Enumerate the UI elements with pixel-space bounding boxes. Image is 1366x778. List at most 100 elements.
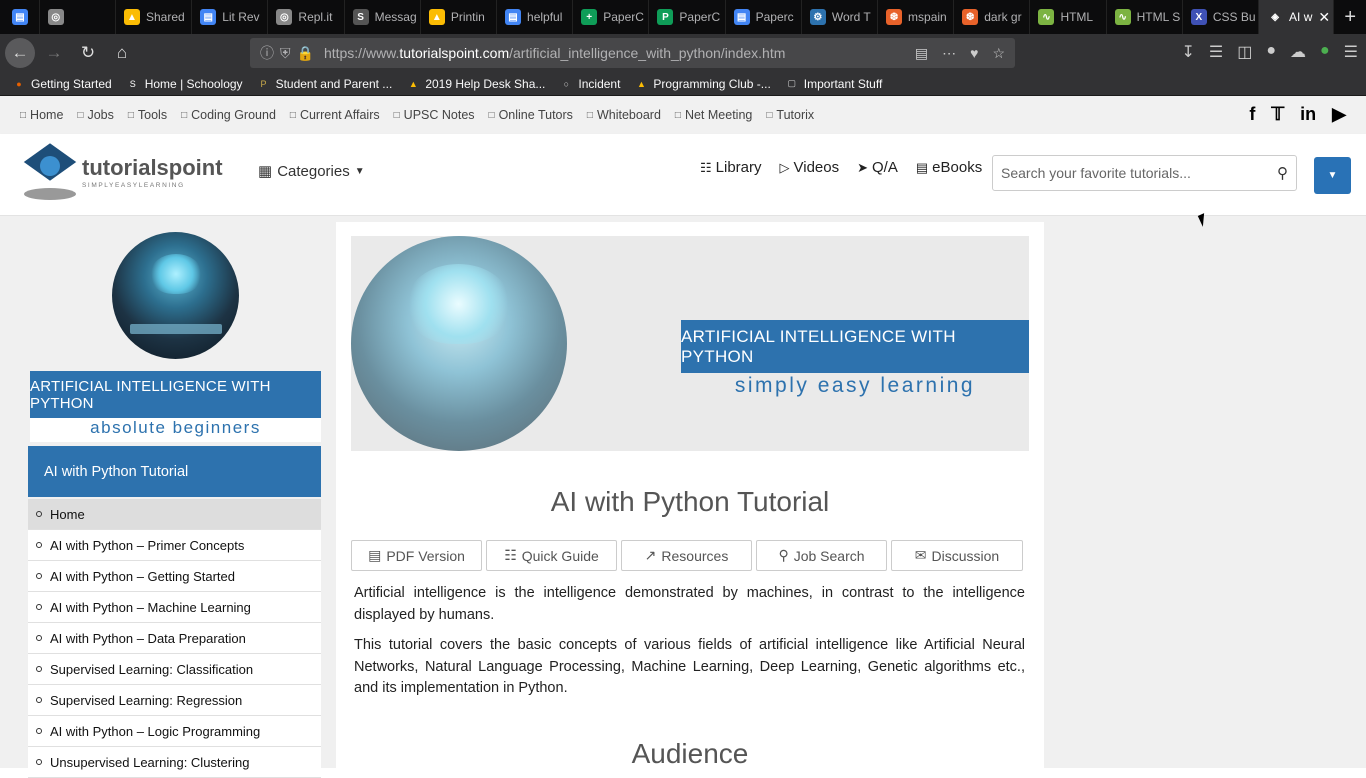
sidebar-item-label: AI with Python – Getting Started	[50, 568, 235, 584]
browser-tab[interactable]: P PaperC	[649, 0, 726, 34]
header-link-library[interactable]: ☷ Library	[700, 159, 762, 176]
back-button[interactable]: ←	[5, 38, 35, 68]
topnav-item-jobs[interactable]: □ Jobs	[77, 108, 113, 122]
bookmark-item[interactable]: ▲ Programming Club -...	[634, 77, 771, 91]
job-search-button[interactable]: ⚲ Job Search	[756, 540, 887, 571]
url-text[interactable]: https://www.tutorialspoint.com/artificia…	[324, 45, 785, 61]
bookmark-item[interactable]: ▢ Important Stuff	[785, 77, 883, 91]
sidebar-item[interactable]: AI with Python – Primer Concepts	[28, 530, 321, 561]
bookmark-item[interactable]: P Student and Parent ...	[257, 77, 393, 91]
sidebar-item[interactable]: AI with Python – Data Preparation	[28, 623, 321, 654]
topnav-label: Net Meeting	[684, 108, 753, 122]
address-bar[interactable]: ⓘ ⛨ 🔒 https://www.tutorialspoint.com/art…	[250, 38, 1015, 68]
browser-tab[interactable]: X CSS Bu	[1183, 0, 1260, 34]
close-tab-icon[interactable]: ✕	[1318, 9, 1330, 26]
bookmark-item[interactable]: S Home | Schoology	[126, 77, 243, 91]
header-dropdown-button[interactable]: ▼	[1314, 157, 1351, 194]
discussion-button[interactable]: ✉ Discussion	[891, 540, 1023, 571]
home-button[interactable]: ⌂	[107, 38, 137, 68]
reader-view-icon[interactable]: ▤	[915, 45, 928, 62]
bookmark-label: Student and Parent ...	[275, 76, 393, 91]
banner-title: ARTIFICIAL INTELLIGENCE WITH PYTHON	[681, 320, 1029, 373]
header-link-qa[interactable]: ➤ Q/A	[857, 159, 898, 176]
tab-label: Paperc	[755, 10, 794, 24]
browser-tab[interactable]: ◎ Repl.it	[268, 0, 345, 34]
search-input[interactable]: Search your favorite tutorials... ⚲	[992, 155, 1297, 191]
topnav-item-current-affairs[interactable]: □ Current Affairs	[290, 108, 380, 122]
youtube-icon[interactable]: ▶	[1332, 104, 1346, 125]
new-tab-button[interactable]: +	[1334, 6, 1366, 29]
overview-paragraph: This tutorial covers the basic concepts …	[354, 637, 1025, 696]
bullet-icon	[36, 666, 42, 672]
topnav-item-upsc-notes[interactable]: □ UPSC Notes	[394, 108, 475, 122]
extension-icon[interactable]: ☁	[1290, 42, 1306, 62]
upsc-icon: □	[393, 109, 400, 121]
sidebar-item[interactable]: AI with Python – Machine Learning	[28, 592, 321, 623]
banner-image	[351, 236, 567, 451]
tab-label: helpful	[527, 10, 563, 24]
tracking-shield-icon[interactable]: ⛨	[280, 45, 291, 62]
pdf-version-button[interactable]: ▤ PDF Version	[351, 540, 482, 571]
browser-tab[interactable]: ∿ HTML	[1030, 0, 1107, 34]
browser-tab[interactable]: + PaperC	[573, 0, 650, 34]
browser-tab[interactable]: ◎	[40, 0, 116, 34]
bookmark-star-icon[interactable]: ☆	[992, 45, 1005, 62]
header-link-videos[interactable]: ▷ Videos	[780, 159, 840, 176]
library-icon[interactable]: ☰	[1209, 42, 1223, 62]
topnav-item-tutorix[interactable]: □ Tutorix	[766, 108, 814, 122]
sidebar-item[interactable]: AI with Python – Getting Started	[28, 561, 321, 592]
quick-guide-button[interactable]: ☷ Quick Guide	[486, 540, 617, 571]
search-icon[interactable]: ⚲	[1277, 164, 1288, 182]
browser-tab[interactable]: ∿ HTML S	[1107, 0, 1183, 34]
forward-button[interactable]: →	[39, 38, 69, 68]
header-link-ebooks[interactable]: ▤ eBooks	[916, 159, 982, 176]
topnav-item-whiteboard[interactable]: □ Whiteboard	[587, 108, 661, 122]
sidebar-item[interactable]: Unsupervised Learning: Clustering	[28, 747, 321, 778]
topnav-label: Current Affairs	[299, 108, 380, 122]
topnav-item-coding-ground[interactable]: □ Coding Ground	[181, 108, 276, 122]
browser-tab[interactable]: S Messag	[345, 0, 421, 34]
twitter-icon[interactable]: 𝕋	[1271, 104, 1284, 125]
browser-tab[interactable]: ⚙ Word T	[802, 0, 879, 34]
browser-tab[interactable]: ▤	[0, 0, 40, 34]
topnav-item-net-meeting[interactable]: □ Net Meeting	[675, 108, 752, 122]
reload-button[interactable]: ↻	[73, 38, 103, 68]
browser-tab[interactable]: ◈ AI w ✕	[1259, 0, 1335, 34]
tutorialspoint-logo[interactable]: tutorialspoint SIMPLYEASYLEARNING	[18, 140, 230, 202]
pocket-icon[interactable]: ♥	[970, 45, 978, 62]
browser-tab[interactable]: ▤ Lit Rev	[192, 0, 269, 34]
sidebar-item[interactable]: Supervised Learning: Regression	[28, 685, 321, 716]
sidebar-cover-image	[112, 232, 239, 359]
sidebar-item[interactable]: AI with Python – Logic Programming	[28, 716, 321, 747]
browser-tab[interactable]: ❆ mspain	[878, 0, 955, 34]
browser-tab[interactable]: ▤ helpful	[497, 0, 574, 34]
info-icon[interactable]: ⓘ	[260, 43, 274, 63]
gears-icon: □	[127, 109, 134, 121]
account-icon[interactable]: ●	[1266, 42, 1276, 62]
categories-menu[interactable]: ▦ Categories ▼	[258, 162, 365, 181]
header-link-label: Library	[715, 159, 762, 176]
bookmark-item[interactable]: ○ Incident	[559, 76, 621, 91]
sidebar-title[interactable]: AI with Python Tutorial	[28, 446, 321, 497]
browser-tab[interactable]: ▤ Paperc	[726, 0, 802, 34]
resources-button[interactable]: ↗ Resources	[621, 540, 752, 571]
topnav-item-tools[interactable]: □ Tools	[128, 108, 167, 122]
sidebar-item[interactable]: Home	[28, 499, 321, 530]
browser-tab[interactable]: ▲ Printin	[421, 0, 498, 34]
page-actions-icon[interactable]: ⋯	[942, 45, 956, 62]
sidebar-item[interactable]: Supervised Learning: Classification	[28, 654, 321, 685]
download-icon[interactable]: ↧	[1181, 42, 1194, 62]
browser-tab[interactable]: ❆ dark gr	[954, 0, 1031, 34]
sidebar-icon[interactable]: ◫	[1237, 42, 1252, 62]
linkedin-icon[interactable]: in	[1300, 104, 1316, 125]
facebook-icon[interactable]: f	[1249, 104, 1255, 125]
menu-icon[interactable]: ☰	[1344, 42, 1358, 62]
bookmark-item[interactable]: ● Getting Started	[12, 77, 111, 91]
drive-icon: ▲	[636, 78, 646, 89]
extension-badge-icon[interactable]: ●	[1320, 42, 1330, 62]
topnav-item-home[interactable]: □ Home	[20, 108, 63, 122]
bookmark-item[interactable]: ▲ 2019 Help Desk Sha...	[406, 77, 546, 91]
topnav-item-online-tutors[interactable]: □ Online Tutors	[489, 108, 573, 122]
bookmark-label: Incident	[578, 76, 621, 91]
browser-tab[interactable]: ▲ Shared	[116, 0, 193, 34]
